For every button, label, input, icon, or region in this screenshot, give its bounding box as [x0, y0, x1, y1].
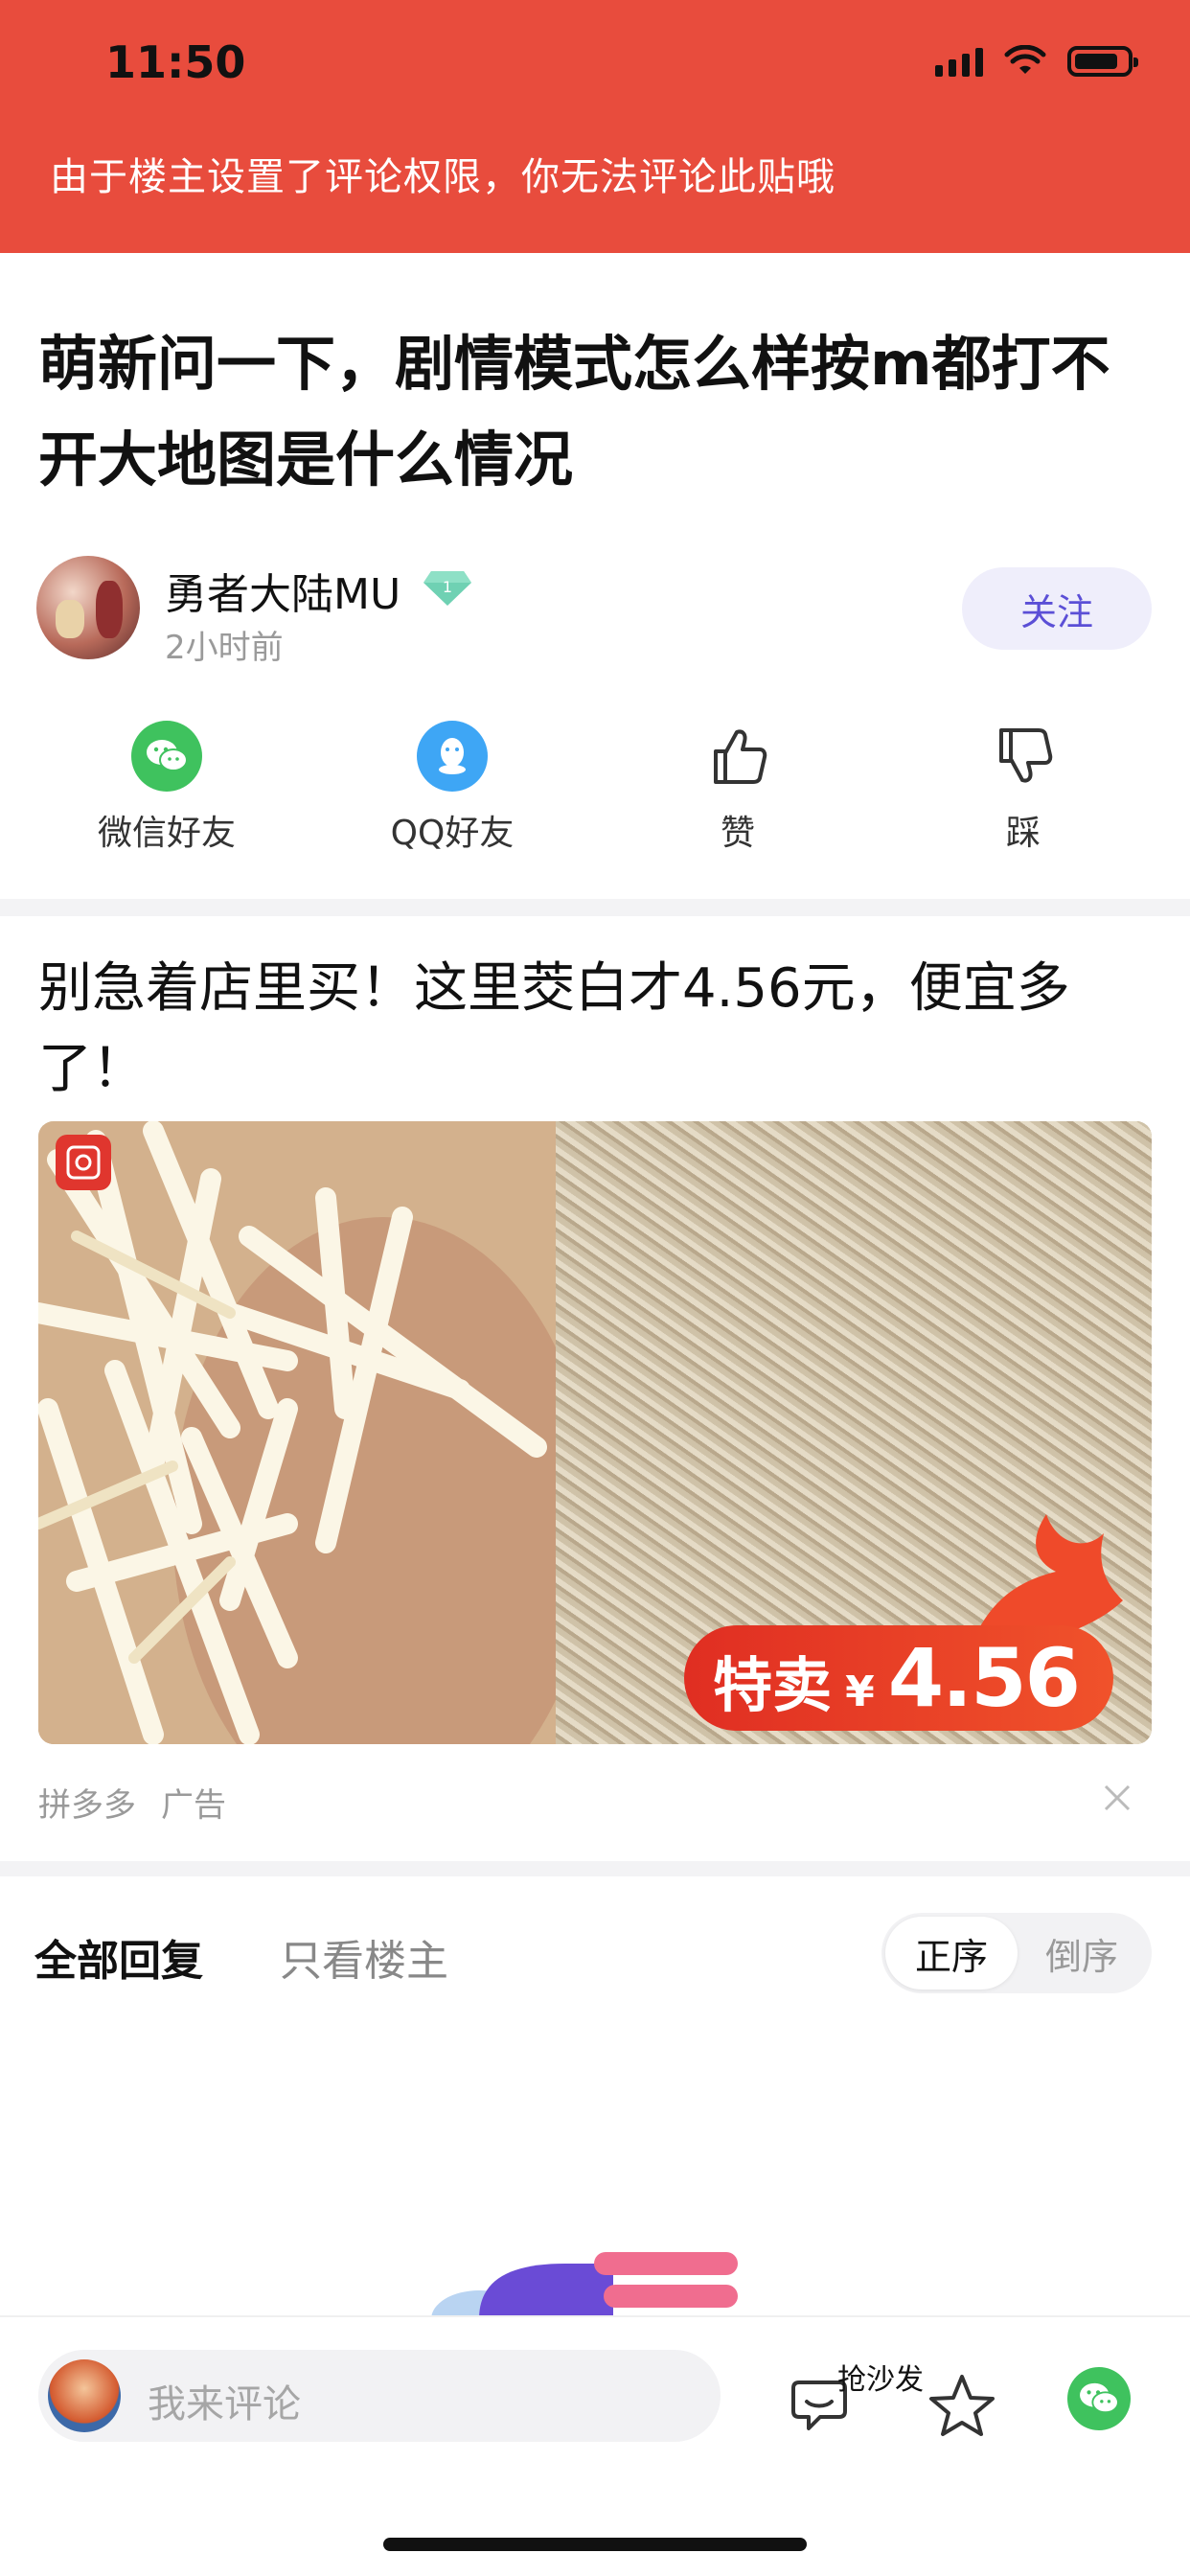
- thumbs-up-icon: [702, 721, 773, 792]
- battery-icon: [1067, 46, 1138, 77]
- comment-placeholder: 我来评论: [148, 2382, 301, 2426]
- permission-notice: 由于楼主设置了评论权限，你无法评论此贴哦: [50, 155, 835, 199]
- status-icons: [935, 42, 1138, 80]
- like-button[interactable]: 赞: [632, 721, 843, 855]
- like-label: 赞: [720, 814, 755, 853]
- dislike-label: 踩: [1005, 814, 1041, 853]
- level-gem-icon: 1: [423, 571, 471, 606]
- home-indicator[interactable]: [383, 2538, 807, 2551]
- price-value: 4.56: [887, 1631, 1081, 1725]
- share-wechat-label: 微信好友: [97, 814, 236, 853]
- permission-banner: 11:50 由于楼主设置了评论权限，你无法评论此贴哦: [0, 0, 1190, 253]
- user-avatar: [48, 2359, 121, 2432]
- wechat-icon: [131, 721, 202, 792]
- comment-input[interactable]: 我来评论: [38, 2350, 721, 2442]
- author-name[interactable]: 勇者大陆MU: [165, 560, 400, 621]
- price-label: 特卖: [713, 1650, 833, 1720]
- status-time: 11:50: [105, 36, 246, 88]
- ad-image[interactable]: 特卖 ¥ 4.56: [38, 1121, 1152, 1744]
- thumbs-down-icon: [988, 721, 1059, 792]
- price-currency: ¥: [845, 1668, 875, 1716]
- dislike-button[interactable]: 踩: [918, 721, 1129, 855]
- ad-tag: 广告: [161, 1786, 226, 1825]
- sofa-badge: 抢沙发: [837, 2363, 924, 2397]
- qq-icon: [417, 721, 488, 792]
- pinduoduo-logo-icon: [56, 1135, 111, 1190]
- sort-toggle[interactable]: 正序 倒序: [881, 1913, 1152, 1993]
- share-qq-label: QQ好友: [390, 814, 515, 853]
- section-divider: [0, 1861, 1190, 1876]
- post-time: 2小时前: [165, 629, 284, 667]
- wifi-icon: [1004, 45, 1046, 74]
- tab-all-replies[interactable]: 全部回复: [34, 1926, 203, 1988]
- ad-source: 拼多多: [38, 1786, 136, 1825]
- share-qq-button[interactable]: QQ好友: [347, 721, 558, 855]
- price-tag: 特卖 ¥ 4.56: [684, 1625, 1113, 1731]
- level-badge-text: 1: [443, 578, 452, 596]
- post-title: 萌新问一下，剧情模式怎么样按m都打不开大地图是什么情况: [38, 329, 1110, 494]
- post-detail-page: 11:50 由于楼主设置了评论权限，你无法评论此贴哦 萌新问一下，剧情模式怎么样…: [0, 0, 1190, 2576]
- ad-title[interactable]: 别急着店里买！这里茭白才4.56元，便宜多了！: [38, 949, 1150, 1110]
- author-avatar[interactable]: [36, 556, 140, 659]
- follow-button[interactable]: 关注: [962, 567, 1152, 650]
- cellular-signal-icon: [935, 46, 983, 77]
- share-wechat-button[interactable]: 微信好友: [61, 721, 272, 855]
- tab-owner-only[interactable]: 只看楼主: [280, 1926, 448, 1988]
- empty-state-illustration: [431, 2252, 738, 2319]
- close-icon[interactable]: [1098, 1779, 1136, 1817]
- section-divider: [0, 899, 1190, 916]
- ad-meta: 拼多多 广告: [38, 1779, 226, 1826]
- ad-photo-fresh: [38, 1121, 594, 1744]
- wechat-share-icon[interactable]: [1067, 2367, 1131, 2430]
- sort-descending-button[interactable]: 倒序: [1016, 1917, 1148, 1990]
- sort-ascending-button[interactable]: 正序: [885, 1917, 1018, 1990]
- star-icon[interactable]: [927, 2373, 996, 2438]
